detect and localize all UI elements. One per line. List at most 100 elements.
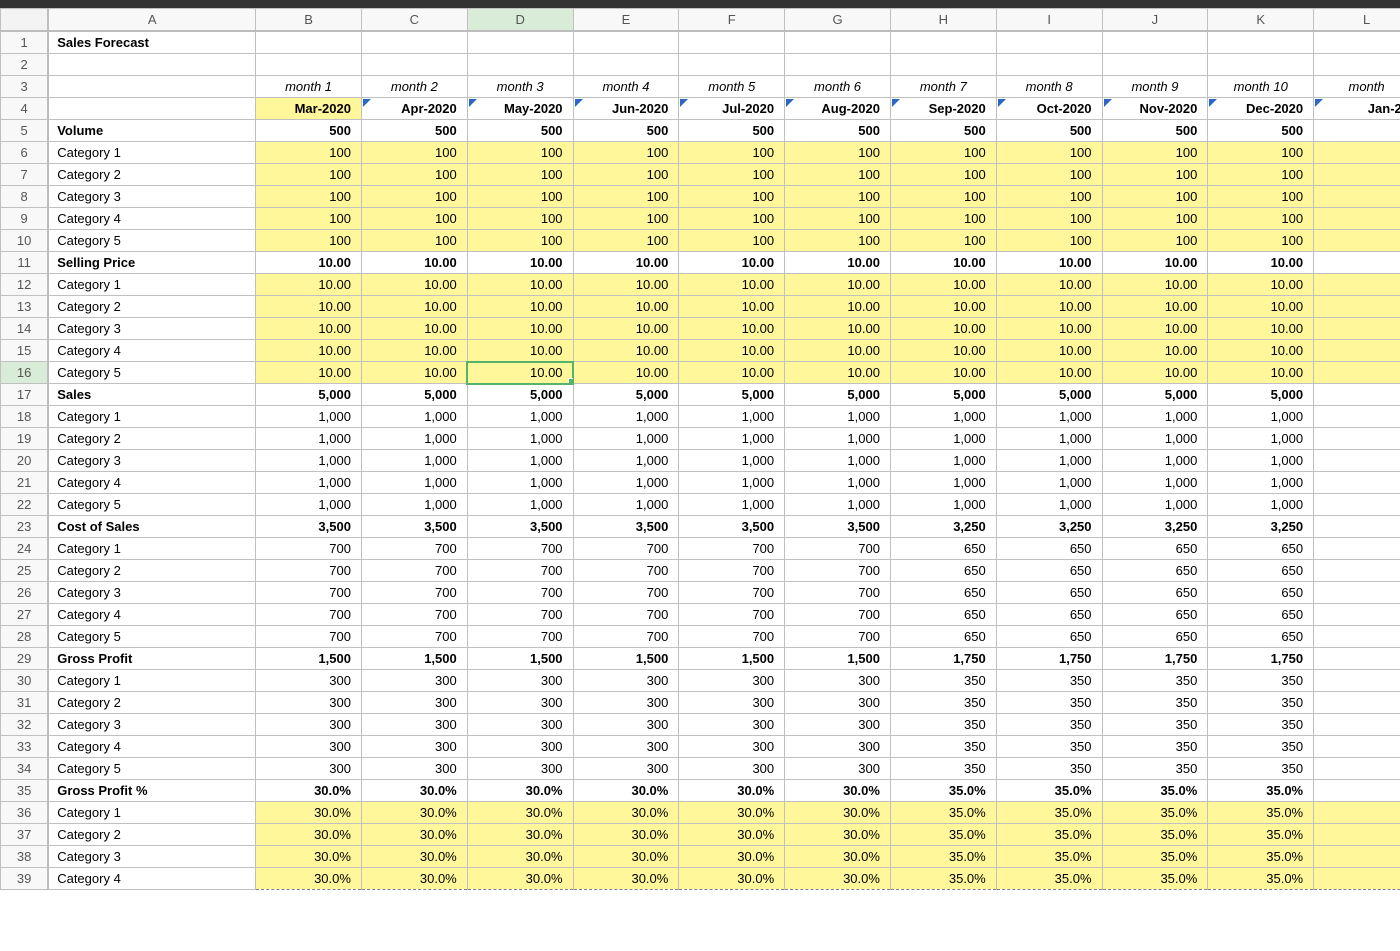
cell[interactable] bbox=[890, 54, 996, 76]
data-cell[interactable]: 30.0% bbox=[467, 868, 573, 890]
data-cell[interactable]: 10.00 bbox=[1102, 318, 1208, 340]
data-cell[interactable]: 700 bbox=[256, 626, 362, 648]
data-cell[interactable]: 650 bbox=[1208, 538, 1314, 560]
row-header-5[interactable]: 5 bbox=[1, 120, 49, 142]
data-cell[interactable]: 100 bbox=[679, 230, 785, 252]
data-cell[interactable]: 350 bbox=[1102, 714, 1208, 736]
data-cell[interactable]: 35.0% bbox=[996, 780, 1102, 802]
cell[interactable] bbox=[256, 31, 362, 54]
data-cell[interactable]: 700 bbox=[679, 538, 785, 560]
data-cell[interactable]: 500 bbox=[361, 120, 467, 142]
data-cell[interactable]: 10.00 bbox=[361, 296, 467, 318]
data-cell[interactable]: 1,500 bbox=[256, 648, 362, 670]
month-header-cell[interactable]: Jun-2020 bbox=[573, 98, 679, 120]
data-cell[interactable]: 30.0% bbox=[573, 824, 679, 846]
data-cell[interactable]: 1,500 bbox=[573, 648, 679, 670]
data-cell[interactable] bbox=[1314, 120, 1400, 142]
data-cell[interactable]: 100 bbox=[890, 142, 996, 164]
data-cell[interactable]: 100 bbox=[1208, 230, 1314, 252]
data-cell[interactable]: 300 bbox=[785, 736, 891, 758]
data-cell[interactable]: 1,000 bbox=[996, 406, 1102, 428]
data-cell[interactable]: 650 bbox=[996, 582, 1102, 604]
data-cell[interactable]: 5,000 bbox=[996, 384, 1102, 406]
data-cell[interactable]: 10.00 bbox=[996, 362, 1102, 384]
data-cell[interactable]: 1,500 bbox=[467, 648, 573, 670]
row-label[interactable]: Category 1 bbox=[48, 538, 255, 560]
data-cell[interactable]: 300 bbox=[256, 736, 362, 758]
data-cell[interactable]: 10.00 bbox=[256, 252, 362, 274]
data-cell[interactable]: 10.00 bbox=[996, 340, 1102, 362]
data-cell[interactable]: 700 bbox=[256, 538, 362, 560]
row-header-26[interactable]: 26 bbox=[1, 582, 49, 604]
row-header-4[interactable]: 4 bbox=[1, 98, 49, 120]
row-header-15[interactable]: 15 bbox=[1, 340, 49, 362]
data-cell[interactable]: 3,500 bbox=[361, 516, 467, 538]
data-cell[interactable]: 1,000 bbox=[1102, 450, 1208, 472]
data-cell[interactable]: 100 bbox=[361, 164, 467, 186]
data-cell[interactable]: 30.0% bbox=[467, 802, 573, 824]
data-cell[interactable]: 500 bbox=[256, 120, 362, 142]
row-label[interactable]: Category 5 bbox=[48, 626, 255, 648]
data-cell[interactable]: 100 bbox=[1102, 164, 1208, 186]
data-cell[interactable]: 1,000 bbox=[785, 406, 891, 428]
cell[interactable] bbox=[1102, 31, 1208, 54]
row-header-7[interactable]: 7 bbox=[1, 164, 49, 186]
data-cell[interactable]: 1,000 bbox=[467, 406, 573, 428]
row-header-24[interactable]: 24 bbox=[1, 538, 49, 560]
data-cell[interactable]: 1,000 bbox=[996, 450, 1102, 472]
data-cell[interactable]: 10.00 bbox=[679, 274, 785, 296]
data-cell[interactable]: 100 bbox=[467, 230, 573, 252]
cell[interactable] bbox=[890, 31, 996, 54]
row-label[interactable]: Category 3 bbox=[48, 846, 255, 868]
row-label[interactable]: Category 5 bbox=[48, 230, 255, 252]
data-cell[interactable]: 1,500 bbox=[785, 648, 891, 670]
data-cell[interactable]: 100 bbox=[467, 186, 573, 208]
data-cell[interactable]: 35.0% bbox=[1102, 824, 1208, 846]
data-cell[interactable]: 3,500 bbox=[679, 516, 785, 538]
data-cell[interactable]: 10.00 bbox=[1208, 318, 1314, 340]
data-cell[interactable]: 1,000 bbox=[1102, 428, 1208, 450]
data-cell[interactable]: 350 bbox=[1208, 736, 1314, 758]
data-cell[interactable]: 1 bbox=[1314, 296, 1400, 318]
data-cell[interactable]: 650 bbox=[1102, 538, 1208, 560]
data-cell[interactable]: 100 bbox=[785, 142, 891, 164]
data-cell[interactable]: 30.0% bbox=[785, 824, 891, 846]
data-cell[interactable]: 100 bbox=[785, 230, 891, 252]
data-cell[interactable]: 650 bbox=[1208, 626, 1314, 648]
data-cell[interactable]: 700 bbox=[467, 626, 573, 648]
cell[interactable] bbox=[573, 54, 679, 76]
data-cell[interactable]: 100 bbox=[785, 164, 891, 186]
data-cell[interactable]: 35.0% bbox=[996, 846, 1102, 868]
select-all-corner[interactable] bbox=[1, 9, 49, 32]
data-cell[interactable]: 300 bbox=[256, 670, 362, 692]
data-cell[interactable]: 700 bbox=[679, 560, 785, 582]
data-cell[interactable]: 10.00 bbox=[1208, 340, 1314, 362]
data-cell[interactable]: 350 bbox=[1102, 670, 1208, 692]
data-cell[interactable]: 100 bbox=[679, 208, 785, 230]
cell[interactable] bbox=[996, 31, 1102, 54]
data-cell[interactable]: 650 bbox=[1208, 560, 1314, 582]
data-cell[interactable]: 1,000 bbox=[361, 428, 467, 450]
data-cell[interactable]: 100 bbox=[785, 208, 891, 230]
data-cell[interactable]: 1,000 bbox=[890, 450, 996, 472]
row-header-29[interactable]: 29 bbox=[1, 648, 49, 670]
row-header-37[interactable]: 37 bbox=[1, 824, 49, 846]
data-cell[interactable]: 5,000 bbox=[467, 384, 573, 406]
data-cell[interactable]: 100 bbox=[361, 208, 467, 230]
data-cell[interactable]: 10.00 bbox=[361, 274, 467, 296]
data-cell[interactable]: 1,000 bbox=[890, 406, 996, 428]
data-cell[interactable]: 300 bbox=[256, 692, 362, 714]
data-cell[interactable]: 10.00 bbox=[467, 318, 573, 340]
data-cell[interactable]: 100 bbox=[1102, 186, 1208, 208]
data-cell[interactable] bbox=[1314, 208, 1400, 230]
data-cell[interactable]: 10.00 bbox=[361, 252, 467, 274]
data-cell[interactable]: 5,000 bbox=[785, 384, 891, 406]
data-cell[interactable]: 10.00 bbox=[256, 362, 362, 384]
row-header-17[interactable]: 17 bbox=[1, 384, 49, 406]
data-cell[interactable]: 100 bbox=[1208, 142, 1314, 164]
data-cell[interactable]: 700 bbox=[467, 604, 573, 626]
data-cell[interactable]: 3,250 bbox=[996, 516, 1102, 538]
row-label[interactable]: Category 1 bbox=[48, 406, 255, 428]
month-label-cell[interactable]: month 4 bbox=[573, 76, 679, 98]
data-cell[interactable]: 10.00 bbox=[467, 340, 573, 362]
